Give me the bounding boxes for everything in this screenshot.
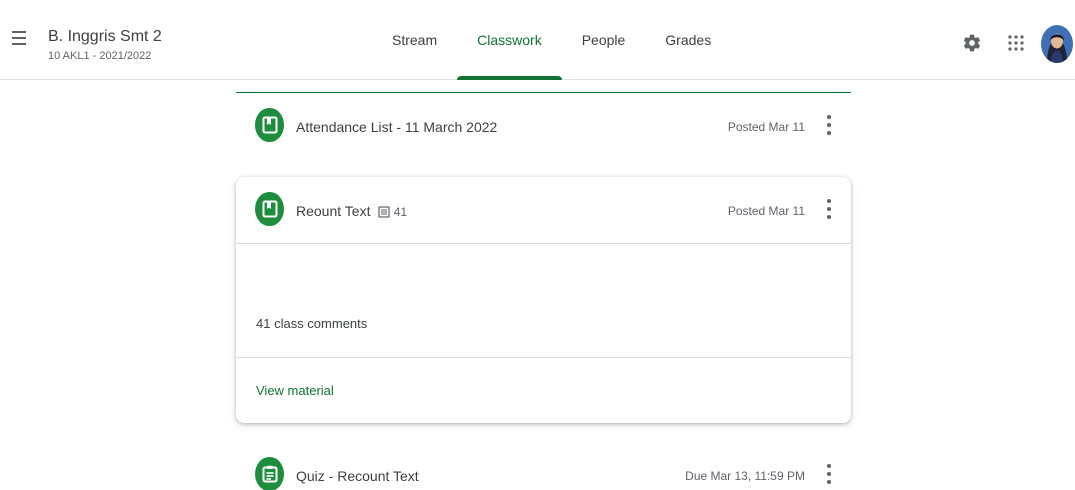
expanded-material-card: Reount Text 41 Posted Mar 11 41 class co… (236, 177, 851, 423)
class-comments-link[interactable]: 41 class comments (256, 316, 367, 331)
item-posted-date: Posted Mar 11 (727, 120, 805, 134)
class-section: 10 AKL1 - 2021/2022 (48, 50, 152, 62)
comment-icon (378, 206, 390, 218)
item-due-date: Due Mar 13, 11:59 PM (685, 469, 805, 483)
hamburger-menu-icon[interactable] (10, 28, 30, 48)
tab-stream[interactable]: Stream (372, 0, 457, 80)
class-tabs: Stream Classwork People Grades (372, 0, 731, 80)
tab-people[interactable]: People (562, 0, 646, 80)
item-posted-date: Posted Mar 11 (727, 204, 805, 218)
more-options-icon[interactable] (825, 462, 833, 486)
classwork-item-attendance[interactable]: Attendance List - 11 March 2022 Posted M… (236, 93, 851, 163)
top-app-bar: B. Inggris Smt 2 10 AKL1 - 2021/2022 Str… (0, 0, 1075, 80)
classwork-item-recount-text[interactable]: Reount Text 41 Posted Mar 11 (236, 177, 851, 247)
tab-classwork[interactable]: Classwork (457, 0, 562, 80)
material-icon (255, 192, 284, 226)
class-name[interactable]: B. Inggris Smt 2 (48, 28, 162, 46)
more-options-icon[interactable] (825, 113, 833, 137)
item-title: Quiz - Recount Text (296, 468, 419, 484)
material-icon (255, 108, 284, 142)
quiz-assignment-icon (255, 457, 284, 490)
classwork-item-quiz[interactable]: Quiz - Recount Text Due Mar 13, 11:59 PM (236, 442, 851, 490)
item-title-row: Reount Text 41 (296, 203, 407, 219)
card-divider (236, 357, 851, 358)
comment-count-value: 41 (393, 205, 408, 219)
comment-count: 41 (378, 205, 407, 219)
gear-icon[interactable] (962, 33, 982, 53)
view-material-link[interactable]: View material (256, 383, 334, 398)
user-avatar[interactable] (1041, 25, 1073, 63)
google-apps-grid-icon[interactable] (1008, 35, 1024, 51)
card-divider (236, 243, 851, 244)
item-title: Reount Text (296, 203, 371, 219)
item-title: Attendance List - 11 March 2022 (296, 119, 498, 135)
more-options-icon[interactable] (825, 197, 833, 221)
tab-grades[interactable]: Grades (645, 0, 731, 80)
